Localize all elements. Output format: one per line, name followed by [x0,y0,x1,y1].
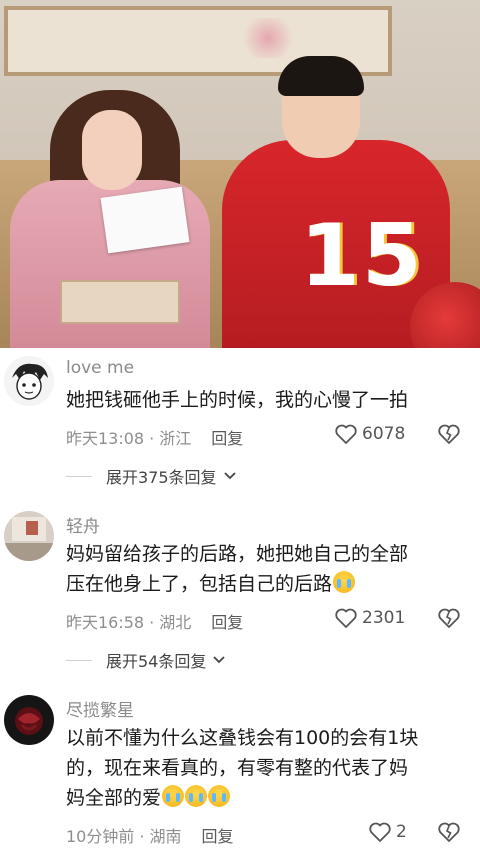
comments-panel: love me 她把钱砸他手上的时候，我的心慢了一拍 昨天13:08 · 浙江 回复 … [0,348,480,853]
jersey-number: 15 [300,206,424,306]
like-button[interactable]: 2 [368,821,407,843]
comment-text-line: 以前不懂为什么这叠钱会有100的会有1块 [66,727,419,749]
avatar[interactable] [4,511,54,561]
like-button[interactable]: 6078 [334,423,405,445]
heart-outline-icon [369,822,391,842]
comment-text-line: 妈全部的爱 [66,783,466,813]
comment-text-line: 压在他身上了，包括自己的后路 [66,569,466,599]
woman-face [82,110,142,190]
comment-location: 浙江 [159,429,192,448]
comment-time: 昨天16:58 [66,613,145,632]
divider-line [66,659,92,661]
crying-emoji-icon [333,571,356,593]
heart-outline-icon [335,424,357,444]
like-count: 6078 [362,424,406,444]
comment-time: 昨天13:08 [66,429,145,448]
expand-label: 展开54条回复 [106,652,207,671]
like-button[interactable]: 2301 [334,607,405,629]
reply-button[interactable]: 回复 [201,827,233,846]
comment-text: 妈妈留给孩子的后路，她把她自己的全部 压在他身上了，包括自己的后路 [66,539,466,599]
reply-button[interactable]: 回复 [211,429,243,448]
avatar[interactable] [4,356,54,406]
comment-text: 她把钱砸他手上的时候，我的心慢了一拍 [66,389,409,411]
dislike-button[interactable] [437,423,461,449]
broken-heart-icon [438,822,460,842]
comment-text-line: 妈妈留给孩子的后路，她把她自己的全部 [66,543,409,565]
expand-replies[interactable]: 展开54条回复 [66,648,226,672]
comment-meta: 昨天16:58 · 湖北 回复 [66,613,244,632]
letter-paper [100,186,190,254]
broken-heart-icon [438,424,460,444]
dislike-button[interactable] [437,821,461,847]
comment-meta: 昨天13:08 · 浙江 回复 [66,429,244,448]
comment-location: 湖北 [159,613,192,632]
man-hair [278,56,364,96]
chevron-down-icon [213,656,226,664]
comment-text-line3: 妈全部的爱 [66,787,162,809]
reply-button[interactable]: 回复 [211,613,243,632]
comment-text-line2: 压在他身上了，包括自己的后路 [66,573,333,595]
crying-emoji-icon [162,785,185,807]
comment-text: 以前不懂为什么这叠钱会有100的会有1块 的，现在来看真的，有零有整的代表了妈 … [66,723,466,813]
like-count: 2 [396,822,407,842]
room-photo-avatar-icon [4,511,54,561]
comment-text-line: 的，现在来看真的，有零有整的代表了妈 [66,757,409,779]
comment-location: 湖南 [149,827,182,846]
comment-meta: 10分钟前 · 湖南 回复 [66,827,234,846]
comment-time: 10分钟前 [66,827,135,846]
avatar[interactable] [4,695,54,745]
crying-emoji-icon [185,785,208,807]
username[interactable]: love me [66,358,134,378]
dislike-button[interactable] [437,607,461,633]
anime-avatar-icon [4,356,54,406]
gift-box [60,280,180,324]
expand-replies[interactable]: 展开375条回复 [66,464,237,488]
chevron-down-icon [223,472,236,480]
username[interactable]: 尽揽繁星 [66,696,134,721]
broken-heart-icon [438,608,460,628]
divider-line [66,475,92,477]
heart-outline-icon [335,608,357,628]
like-count: 2301 [362,608,406,628]
dark-rose-avatar-icon [4,695,54,745]
username[interactable]: 轻舟 [66,512,100,537]
expand-label: 展开375条回复 [106,468,217,487]
crying-emoji-icon [208,785,231,807]
video-player[interactable]: 15 [0,0,480,348]
